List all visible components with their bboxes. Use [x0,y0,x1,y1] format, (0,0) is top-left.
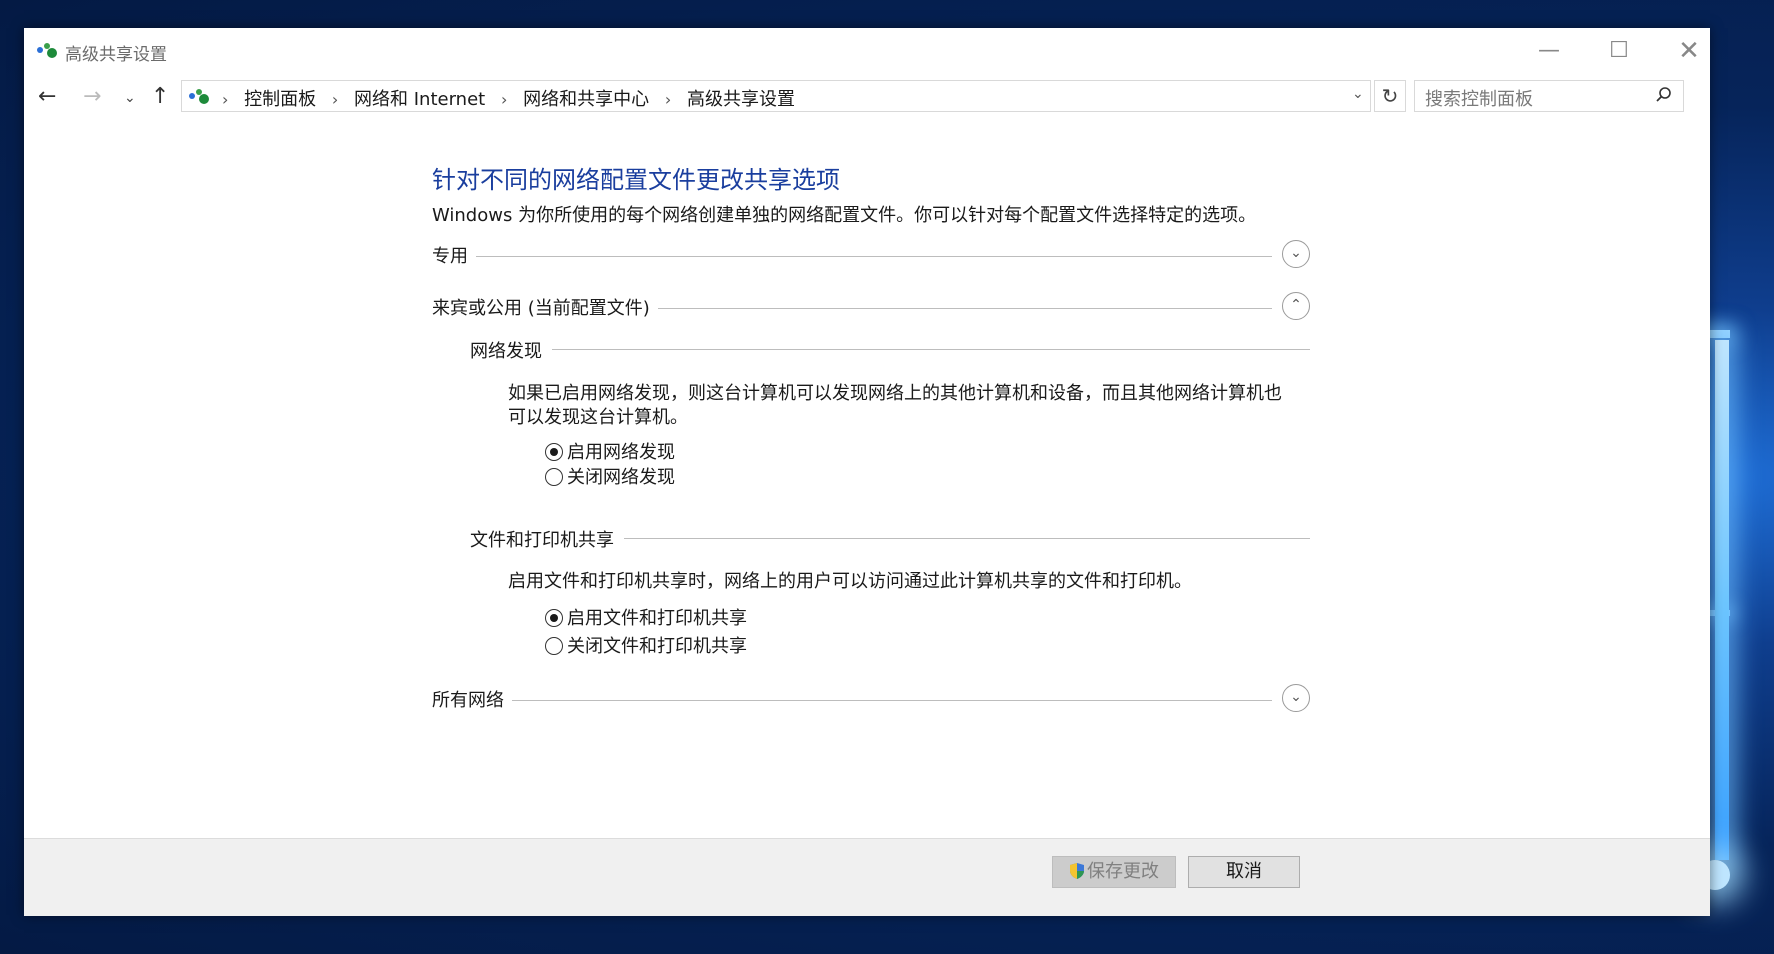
search-placeholder: 搜索控制面板 [1425,89,1533,110]
breadcrumb-separator-icon[interactable]: › [501,90,507,109]
breadcrumb: › 控制面板 › 网络和 Internet › 网络和共享中心 › 高级共享设置 [212,85,795,111]
radio-selected-icon[interactable] [545,443,563,461]
section-guest-public[interactable]: 来宾或公用 (当前配置文件) ⌃ [432,292,1310,324]
section-private[interactable]: 专用 ⌄ [432,240,1310,272]
radio-label: 关闭文件和打印机共享 [567,636,747,657]
radio-label: 启用文件和打印机共享 [567,608,747,629]
search-input[interactable]: 搜索控制面板 [1414,80,1684,112]
subsection-network-discovery: 网络发现 [470,337,1310,363]
minimize-button[interactable]: — [1514,28,1584,74]
breadcrumb-separator-icon[interactable]: › [332,90,338,109]
breadcrumb-separator-icon[interactable]: › [665,90,671,109]
network-icon [37,43,57,58]
cancel-button[interactable]: 取消 [1188,856,1300,888]
expand-chevron-icon[interactable]: ⌄ [1282,684,1310,712]
refresh-button[interactable]: ↻ [1374,80,1406,112]
radio-enable-file-printer-sharing[interactable]: 启用文件和打印机共享 [545,604,747,629]
breadcrumb-item[interactable]: 网络和共享中心 [523,89,649,110]
radio-label: 关闭网络发现 [567,467,675,488]
page-title: 针对不同的网络配置文件更改共享选项 [432,166,840,194]
address-dropdown-chevron-icon[interactable]: ⌄ [1352,86,1364,102]
radio-disable-network-discovery[interactable]: 关闭网络发现 [545,463,675,488]
save-button-label: 保存更改 [1087,861,1159,882]
window-title: 高级共享设置 [65,45,167,65]
advanced-sharing-window: 高级共享设置 — ☐ ✕ ← → ⌄ ↑ › 控制面板 › 网络和 Intern… [24,28,1710,916]
network-discovery-description: 如果已启用网络发现，则这台计算机可以发现网络上的其他计算机和设备，而且其他网络计… [508,383,1282,428]
file-printer-sharing-description: 启用文件和打印机共享时，网络上的用户可以访问通过此计算机共享的文件和打印机。 [508,571,1192,592]
subsection-file-printer-sharing: 文件和打印机共享 [470,526,1310,552]
address-bar[interactable]: › 控制面板 › 网络和 Internet › 网络和共享中心 › 高级共享设置… [181,80,1371,112]
section-label: 来宾或公用 (当前配置文件) [432,294,658,320]
expand-chevron-icon[interactable]: ⌄ [1282,240,1310,268]
save-changes-button[interactable]: 保存更改 [1052,856,1176,888]
recent-locations-chevron-icon[interactable]: ⌄ [124,90,136,106]
forward-arrow-icon[interactable]: → [83,84,101,109]
uac-shield-icon [1070,863,1084,879]
search-icon[interactable] [1655,86,1673,104]
back-arrow-icon[interactable]: ← [38,84,56,109]
subsection-title: 网络发现 [470,337,552,363]
breadcrumb-separator-icon: › [222,90,229,109]
radio-enable-network-discovery[interactable]: 启用网络发现 [545,438,675,463]
section-all-networks[interactable]: 所有网络 ⌄ [432,684,1310,716]
main-content: 针对不同的网络配置文件更改共享选项 Windows 为你所使用的每个网络创建单独… [24,120,1710,820]
breadcrumb-item[interactable]: 网络和 Internet [354,89,485,110]
breadcrumb-item[interactable]: 控制面板 [244,89,316,110]
subsection-title: 文件和打印机共享 [470,526,624,552]
up-arrow-icon[interactable]: ↑ [151,84,169,109]
collapse-chevron-icon[interactable]: ⌃ [1282,292,1310,320]
radio-unselected-icon[interactable] [545,468,563,486]
maximize-button[interactable]: ☐ [1584,28,1654,74]
close-button[interactable]: ✕ [1654,28,1724,74]
navigation-bar: ← → ⌄ ↑ › 控制面板 › 网络和 Internet › 网络和共享中心 … [24,78,1710,120]
network-icon [189,89,209,104]
radio-disable-file-printer-sharing[interactable]: 关闭文件和打印机共享 [545,632,747,657]
page-description: Windows 为你所使用的每个网络创建单独的网络配置文件。你可以针对每个配置文… [432,205,1257,226]
radio-unselected-icon[interactable] [545,637,563,655]
section-label: 所有网络 [432,686,512,712]
radio-label: 启用网络发现 [567,442,675,463]
section-divider [432,700,1272,701]
subsection-divider [470,349,1310,350]
breadcrumb-item[interactable]: 高级共享设置 [687,89,795,110]
title-bar[interactable]: 高级共享设置 — ☐ ✕ [24,28,1710,74]
section-divider [432,256,1272,257]
desktop-light-bar [1715,340,1729,860]
radio-selected-icon[interactable] [545,609,563,627]
footer-bar: 保存更改 取消 [24,838,1710,916]
section-label: 专用 [432,242,476,268]
